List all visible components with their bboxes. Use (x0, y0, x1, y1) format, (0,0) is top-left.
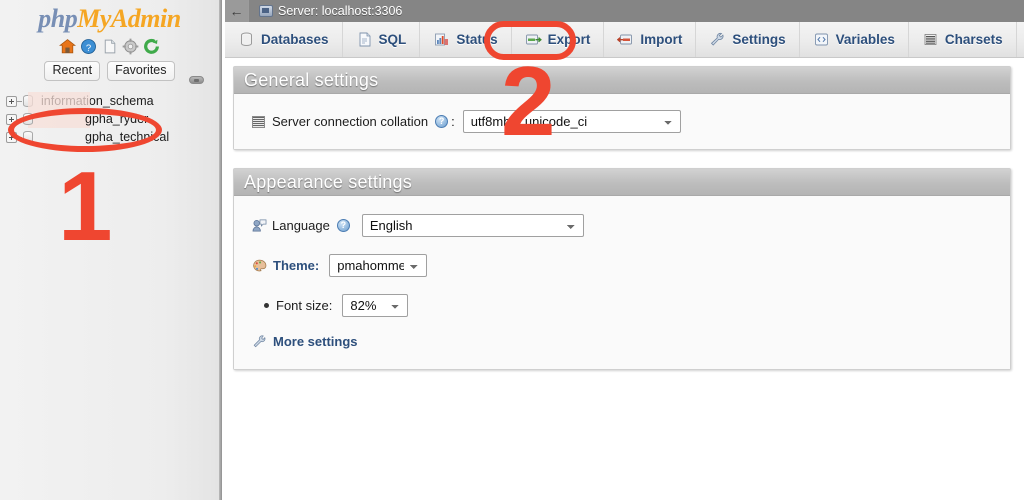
server-collation-select[interactable]: utf8mb4_unicode_ci (463, 110, 681, 133)
db-tree-row-gpha-technical[interactable]: gpha_technical (0, 129, 222, 145)
navigation-sidebar: phpMyAdmin ? (0, 0, 222, 500)
general-settings-title: General settings (244, 70, 378, 91)
docs-icon[interactable] (101, 38, 118, 55)
language-row: Language ? English (252, 214, 992, 237)
server-breadcrumb-bar: ← Server: localhost:3306 (225, 0, 1024, 22)
phpmyadmin-logo[interactable]: phpMyAdmin (0, 0, 219, 34)
expand-plus-icon[interactable] (6, 114, 17, 125)
tree-connector (17, 119, 22, 120)
more-settings-row: More settings (252, 334, 992, 349)
main-tab-bar: Databases SQL Status (225, 22, 1024, 58)
tab-sql[interactable]: SQL (343, 22, 421, 57)
tab-label: Settings (732, 32, 785, 47)
db-name-label[interactable]: gpha_technical (85, 130, 169, 144)
theme-row: Theme: pmahomme (252, 254, 992, 277)
tab-label: Charsets (945, 32, 1003, 47)
database-icon (238, 32, 255, 47)
language-select[interactable]: English (362, 214, 584, 237)
tab-label: Databases (261, 32, 329, 47)
code-brackets-icon (813, 32, 830, 47)
help-icon[interactable]: ? (435, 115, 448, 128)
language-label: Language (272, 218, 330, 233)
tab-charsets[interactable]: Charsets (909, 22, 1017, 57)
colon-separator: : (451, 114, 455, 129)
general-settings-header: General settings (234, 67, 1010, 94)
status-chart-icon (433, 32, 450, 47)
wrench-icon (252, 335, 267, 349)
theme-label: Theme: (273, 258, 319, 273)
tab-label: Export (548, 32, 591, 47)
phpmyadmin-window: phpMyAdmin ? (0, 0, 1024, 500)
tab-import[interactable]: Import (604, 22, 696, 57)
tree-connector (17, 101, 22, 102)
expand-plus-icon[interactable] (6, 132, 17, 143)
recent-button[interactable]: Recent (44, 61, 100, 81)
back-arrow-icon[interactable]: ← (225, 0, 249, 22)
appearance-settings-title: Appearance settings (244, 172, 412, 193)
tab-status[interactable]: Status (420, 22, 511, 57)
tab-engines[interactable]: Engines (1017, 22, 1024, 57)
appearance-settings-header: Appearance settings (234, 169, 1010, 196)
server-icon (259, 5, 273, 17)
charset-lines-icon (922, 32, 939, 47)
server-collation-label: Server connection collation (272, 114, 428, 129)
general-settings-panel: General settings Server connection colla… (233, 66, 1011, 150)
help-icon[interactable]: ? (337, 219, 350, 232)
general-settings-body: Server connection collation ? : utf8mb4_… (234, 94, 1010, 149)
database-icon (23, 131, 33, 143)
tab-databases[interactable]: Databases (225, 22, 343, 57)
settings-gear-icon[interactable] (122, 38, 139, 55)
tab-label: Import (640, 32, 682, 47)
home-icon[interactable] (59, 38, 76, 55)
import-icon (617, 32, 634, 47)
appearance-settings-panel: Appearance settings Language ? English (233, 168, 1011, 370)
more-settings-link[interactable]: More settings (273, 334, 358, 349)
bullet-icon (264, 303, 269, 308)
main-content: General settings Server connection colla… (225, 58, 1024, 500)
tab-variables[interactable]: Variables (800, 22, 909, 57)
database-tree: information_schema gpha_ryder gpha_techn… (0, 93, 222, 147)
font-size-select[interactable]: 82% (342, 294, 408, 317)
theme-select[interactable]: pmahomme (329, 254, 427, 277)
expand-plus-icon[interactable] (6, 96, 17, 107)
appearance-settings-body: Language ? English Theme: (234, 196, 1010, 369)
charset-lines-icon (252, 116, 265, 128)
sidebar-icon-row: ? (0, 36, 219, 56)
tree-connector (17, 137, 22, 138)
logo-myadmin-text: MyAdmin (77, 4, 180, 33)
database-icon (23, 113, 33, 125)
tab-export[interactable]: Export (512, 22, 605, 57)
help-icon[interactable]: ? (80, 38, 97, 55)
palette-icon (252, 259, 267, 273)
svg-text:?: ? (86, 42, 91, 53)
refresh-icon[interactable] (143, 38, 160, 55)
tab-label: Variables (836, 32, 895, 47)
tab-settings[interactable]: Settings (696, 22, 799, 57)
db-tree-row-gpha-ryder[interactable]: gpha_ryder (0, 111, 222, 127)
server-collation-row: Server connection collation ? : utf8mb4_… (252, 110, 992, 133)
sidebar-collapse-toggle[interactable] (189, 76, 204, 84)
favorites-button[interactable]: Favorites (107, 61, 174, 81)
db-name-label[interactable]: gpha_ryder (85, 112, 148, 126)
font-size-row: Font size: 82% (252, 294, 992, 317)
tab-label: Status (456, 32, 497, 47)
language-icon (252, 219, 267, 233)
sql-page-icon (356, 32, 373, 47)
server-label: Server: localhost:3306 (278, 4, 402, 18)
font-size-label: Font size: (276, 298, 332, 313)
export-icon (525, 32, 542, 47)
wrench-icon (709, 32, 726, 47)
sidebar-quick-chips: Recent Favorites (0, 61, 219, 81)
logo-php-text: php (38, 4, 77, 33)
tab-label: SQL (379, 32, 407, 47)
